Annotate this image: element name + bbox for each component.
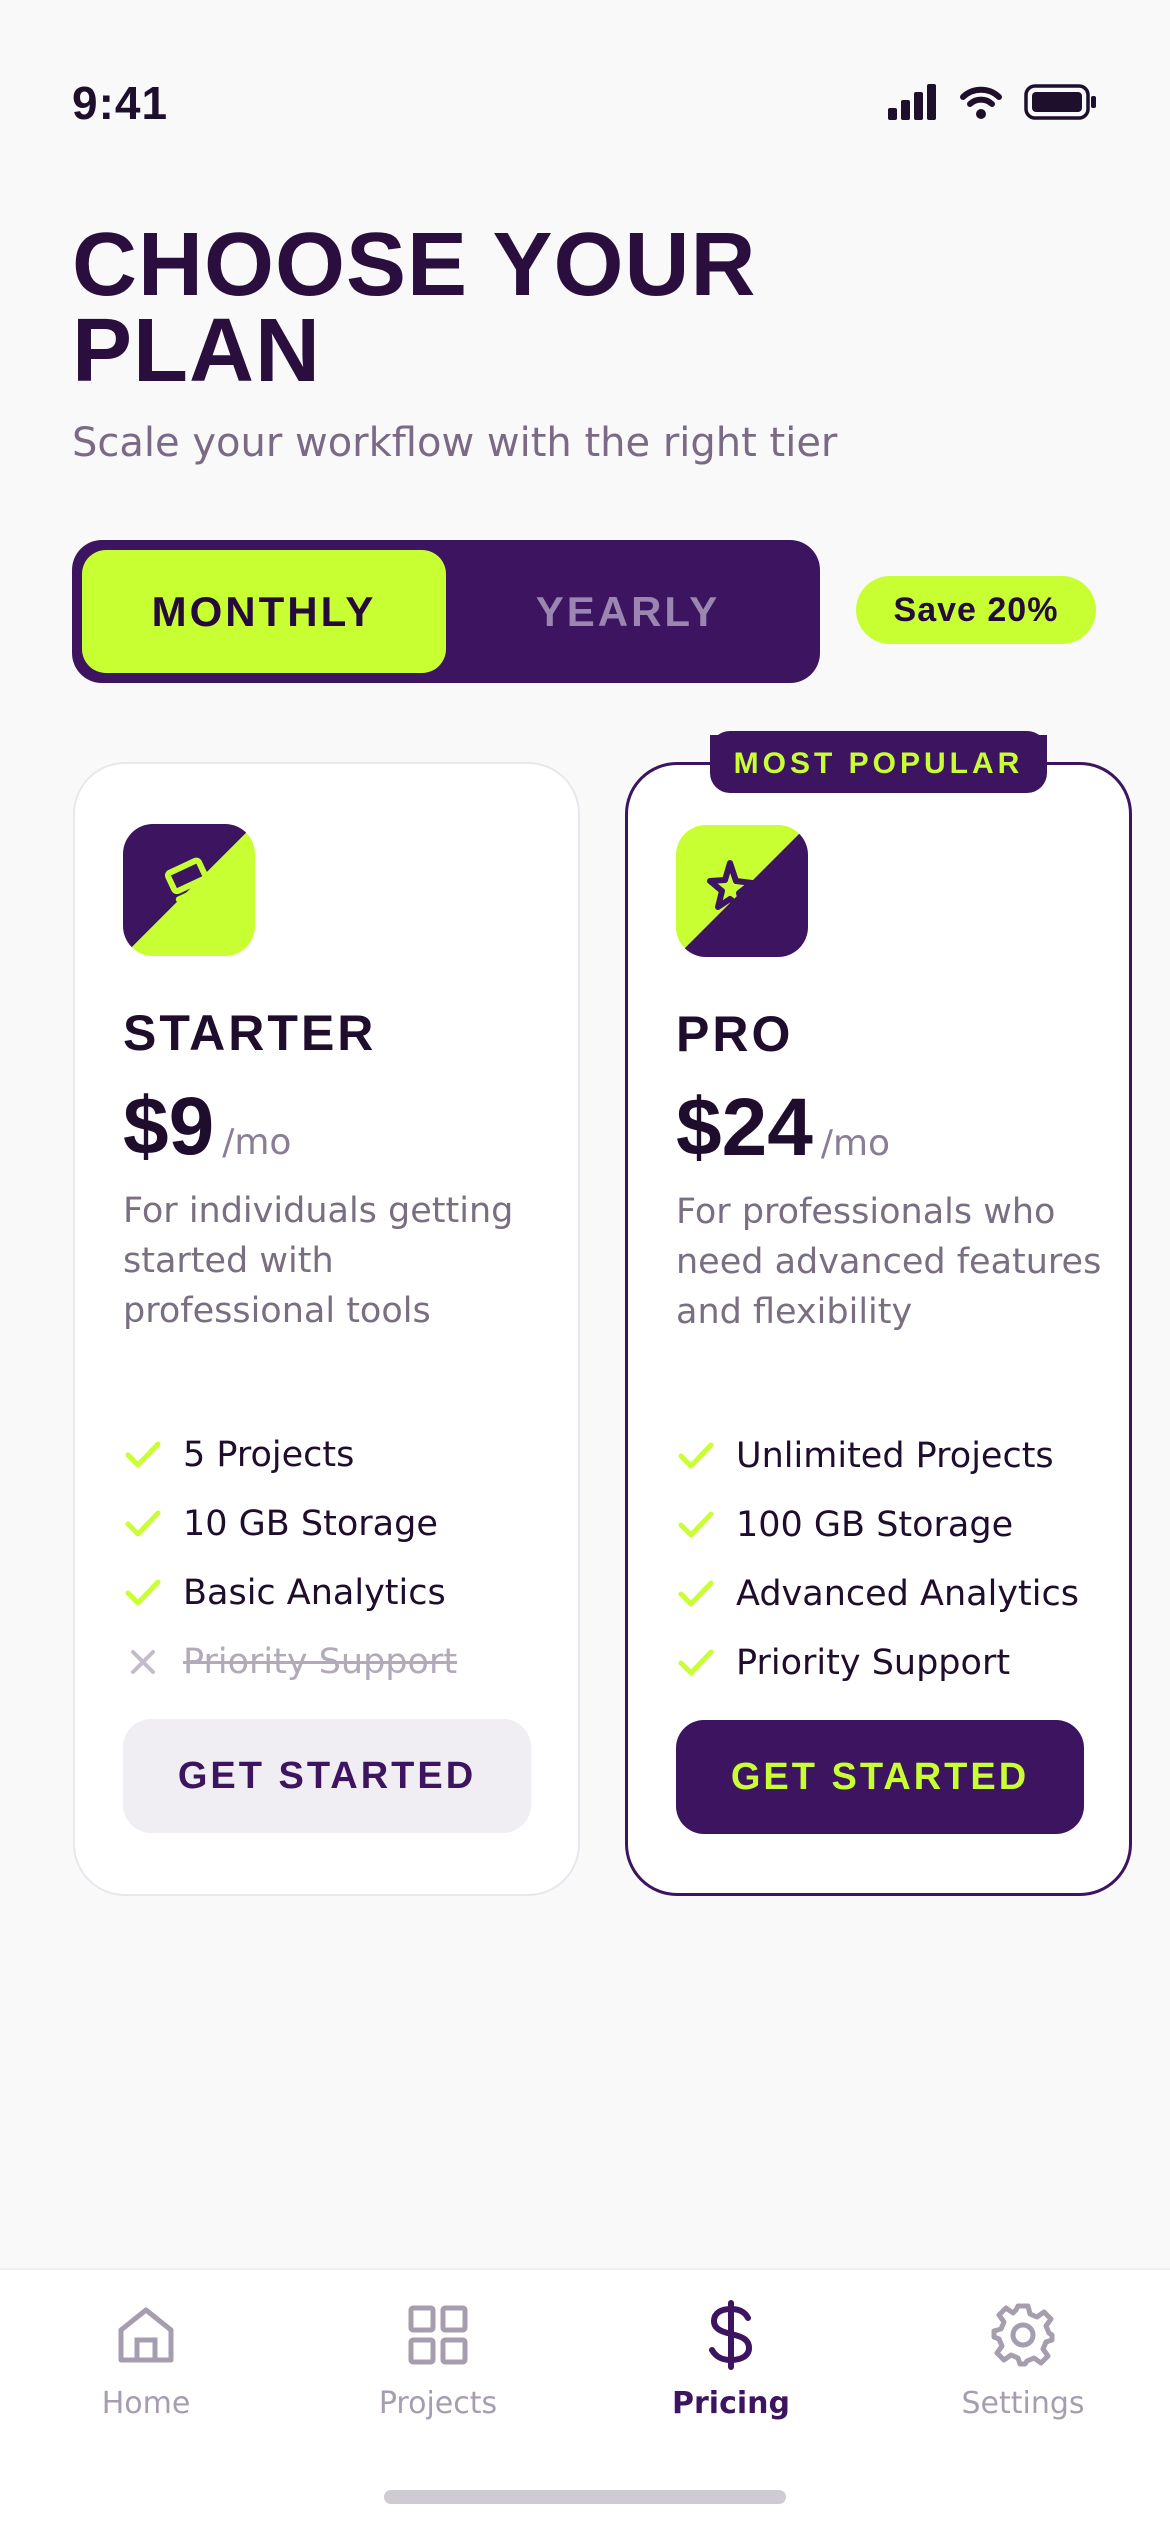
home-icon — [111, 2300, 181, 2370]
plan-description: For individuals getting started with pro… — [123, 1191, 514, 1331]
most-popular-badge: MOST POPULAR — [710, 731, 1047, 793]
check-icon — [676, 1505, 716, 1545]
tab-settings[interactable]: Settings — [913, 2300, 1133, 2450]
check-icon — [123, 1435, 163, 1475]
plan-price: $24 — [676, 1082, 813, 1173]
plan-price: $9 — [123, 1081, 215, 1172]
starter-get-started-button[interactable]: GET STARTED — [123, 1719, 531, 1833]
feature-label: 10 GB Storage — [183, 1503, 438, 1544]
yearly-toggle-button[interactable]: YEARLY — [446, 550, 810, 673]
page-title: CHOOSE YOUR PLAN — [72, 215, 757, 401]
dollar-icon — [696, 2300, 766, 2370]
sparkle-star-icon — [676, 825, 808, 957]
feature-label: Advanced Analytics — [736, 1573, 1079, 1614]
feature-item: Priority Support — [676, 1628, 1079, 1697]
billing-period-toggle: MONTHLY YEARLY — [72, 540, 820, 683]
status-bar: 9:41 — [0, 0, 1170, 150]
feature-label: Basic Analytics — [183, 1572, 446, 1613]
check-icon — [676, 1574, 716, 1614]
page-subtitle: Scale your workflow with the right tier — [72, 420, 838, 466]
tab-projects[interactable]: Projects — [328, 2300, 548, 2450]
tab-label: Projects — [378, 2386, 498, 2421]
tab-label: Settings — [961, 2386, 1085, 2421]
plan-price-row: $9 /mo — [123, 1080, 291, 1174]
feature-label: 5 Projects — [183, 1434, 355, 1475]
check-icon — [123, 1504, 163, 1544]
feature-label: 100 GB Storage — [736, 1504, 1014, 1545]
check-icon — [676, 1436, 716, 1476]
layers-icon — [123, 824, 255, 956]
feature-item: 5 Projects — [123, 1420, 457, 1489]
feature-item: Basic Analytics — [123, 1558, 457, 1627]
feature-item: Unlimited Projects — [676, 1421, 1079, 1490]
tab-pricing[interactable]: Pricing — [621, 2300, 841, 2450]
status-icons — [888, 84, 1098, 124]
wifi-icon — [960, 85, 1002, 123]
feature-list: 5 Projects 10 GB Storage Basic Analytics… — [123, 1420, 457, 1696]
tab-label: Home — [101, 2386, 191, 2421]
plan-price-row: $24 /mo — [676, 1081, 890, 1175]
home-indicator — [384, 2490, 786, 2504]
pro-get-started-button[interactable]: GET STARTED — [676, 1720, 1084, 1834]
status-time: 9:41 — [72, 77, 169, 129]
tab-label: Pricing — [672, 2386, 790, 2421]
battery-icon — [1024, 84, 1098, 124]
save-badge: Save 20% — [856, 576, 1096, 644]
plan-name: PRO — [676, 1006, 794, 1062]
feature-item: 100 GB Storage — [676, 1490, 1079, 1559]
plan-period: /mo — [222, 1122, 292, 1163]
cellular-signal-icon — [888, 84, 938, 124]
most-popular-label: MOST POPULAR — [733, 747, 1024, 780]
x-icon — [123, 1642, 163, 1682]
feature-label: Priority Support — [183, 1641, 458, 1682]
check-icon — [123, 1573, 163, 1613]
plan-description: For professionals who need advanced feat… — [676, 1192, 1102, 1332]
feature-item: 10 GB Storage — [123, 1489, 457, 1558]
feature-label: Unlimited Projects — [736, 1435, 1054, 1476]
feature-label: Priority Support — [736, 1642, 1011, 1683]
gear-icon — [988, 2300, 1058, 2370]
plan-card-pro: PRO $24 /mo For professionals who need a… — [625, 762, 1132, 1896]
plan-period: /mo — [820, 1123, 891, 1164]
grid-icon — [403, 2300, 473, 2370]
plan-name: STARTER — [123, 1005, 377, 1061]
feature-item-excluded: Priority Support — [123, 1627, 457, 1696]
feature-list: Unlimited Projects 100 GB Storage Advanc… — [676, 1421, 1079, 1697]
monthly-toggle-button[interactable]: MONTHLY — [82, 550, 446, 673]
feature-item: Advanced Analytics — [676, 1559, 1079, 1628]
check-icon — [676, 1643, 716, 1683]
tab-home[interactable]: Home — [36, 2300, 256, 2450]
plan-card-starter: STARTER $9 /mo For individuals getting s… — [73, 762, 580, 1896]
